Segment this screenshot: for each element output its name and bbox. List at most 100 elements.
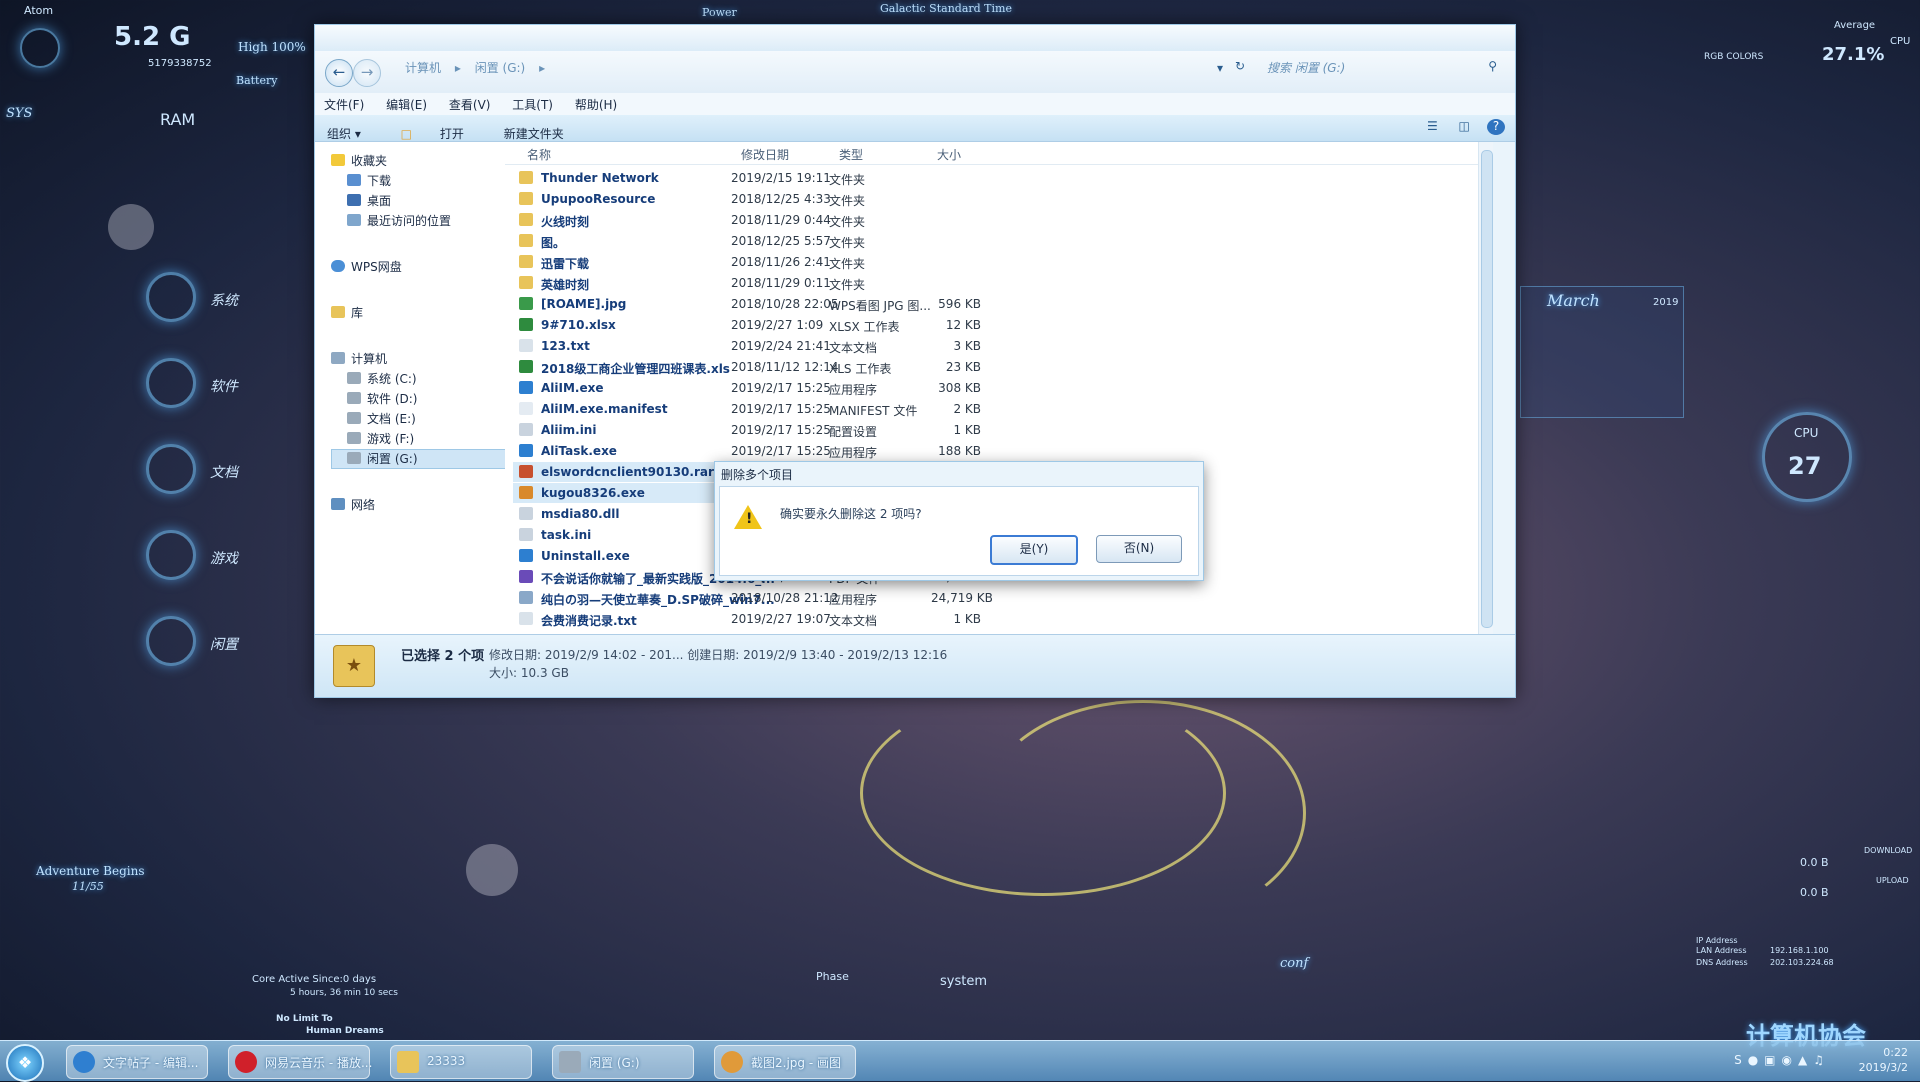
- antivirus-icon[interactable]: ◉: [1782, 1053, 1798, 1067]
- nav-favorites[interactable]: 收藏夹: [331, 152, 387, 170]
- nav-drive-d[interactable]: 软件 (D:): [347, 390, 417, 408]
- file-date: 2018/11/26 2:41: [731, 255, 831, 269]
- vertical-scrollbar[interactable]: [1478, 142, 1493, 634]
- search-placeholder: 搜索 闲置 (G:): [1267, 61, 1346, 75]
- nav-wps-cloud[interactable]: WPS网盘: [331, 258, 402, 276]
- nav-label: 文档 (E:): [367, 412, 416, 426]
- menu-tools[interactable]: 工具(T): [503, 93, 562, 116]
- menu-file[interactable]: 文件(F): [315, 93, 373, 116]
- chevron-right-icon[interactable]: ▸: [539, 61, 545, 75]
- file-type-icon: [519, 423, 533, 436]
- address-bar[interactable]: 计算机 ▸ 闲置 (G:) ▸: [405, 59, 1205, 81]
- search-input[interactable]: 搜索 闲置 (G:) ⚲: [1267, 59, 1497, 81]
- view-options-icon[interactable]: ☰: [1423, 119, 1441, 135]
- file-type-icon: [519, 318, 533, 331]
- forward-button[interactable]: →: [353, 59, 381, 87]
- nav-desktop[interactable]: 桌面: [347, 192, 391, 210]
- task-folder-23333[interactable]: 23333: [390, 1045, 532, 1079]
- dialog-title: 删除多个项目: [721, 468, 794, 482]
- file-row[interactable]: 123.txt 2019/2/24 21:41 文本文档 3 KB: [513, 336, 981, 356]
- preview-pane-icon[interactable]: ◫: [1455, 119, 1473, 135]
- lan-value: 192.168.1.100: [1770, 946, 1829, 955]
- monitor-icon[interactable]: ▣: [1764, 1053, 1781, 1067]
- file-row[interactable]: [ROAME].jpg 2018/10/28 22:05 WPS看图 JPG 图..…: [513, 294, 981, 314]
- task-editor[interactable]: 文字帖子 - 编辑...: [66, 1045, 208, 1079]
- volume-icon[interactable]: ♫: [1813, 1053, 1830, 1067]
- shortcut-ring-icon[interactable]: [146, 616, 196, 666]
- no-button[interactable]: 否(N): [1096, 535, 1182, 563]
- upload-value: 0.0 B: [1800, 886, 1829, 899]
- adventure-label: Adventure Begins: [36, 864, 145, 878]
- window-titlebar[interactable]: [315, 25, 1515, 51]
- file-row[interactable]: 2018级工商企业管理四班课表.xls 2018/11/12 12:14 XLS 工…: [513, 357, 981, 377]
- clock-date: 2019/3/2: [1858, 1061, 1908, 1074]
- breadcrumb-drive-g[interactable]: 闲置 (G:): [475, 61, 526, 75]
- shortcut-ring-icon[interactable]: [146, 444, 196, 494]
- file-row[interactable]: UpupooResource 2018/12/25 4:33 文件夹: [513, 189, 973, 209]
- droplet-icon[interactable]: ●: [1748, 1053, 1764, 1067]
- file-row[interactable]: 9#710.xlsx 2019/2/27 1:09 XLSX 工作表 12 KB: [513, 315, 981, 335]
- shortcut-idle-label[interactable]: 闲置: [210, 634, 238, 654]
- task-label: 文字帖子 - 编辑...: [103, 1056, 199, 1070]
- nav-computer[interactable]: 计算机: [331, 350, 387, 368]
- column-date[interactable]: 修改日期: [741, 146, 789, 163]
- shortcut-system-label[interactable]: 系统: [210, 290, 238, 310]
- column-name[interactable]: 名称: [527, 146, 551, 163]
- start-button[interactable]: ❖: [6, 1044, 44, 1082]
- file-row[interactable]: 英雄时刻 2018/11/29 0:11 文件夹: [513, 273, 973, 293]
- cloud-icon: [331, 260, 345, 272]
- task-music[interactable]: 网易云音乐 - 播放...: [228, 1045, 372, 1079]
- task-paint[interactable]: 截图2.jpg - 画图: [714, 1045, 856, 1079]
- nav-drive-c[interactable]: 系统 (C:): [347, 370, 417, 388]
- drive-icon: [347, 372, 361, 384]
- column-type[interactable]: 类型: [839, 146, 863, 163]
- shortcut-docs-label[interactable]: 文档: [210, 462, 238, 482]
- file-row[interactable]: AliIM.exe 2019/2/17 15:25 应用程序 308 KB: [513, 378, 981, 398]
- shortcut-software-label[interactable]: 软件: [210, 376, 238, 396]
- file-row[interactable]: Thunder Network 2019/2/15 19:11 文件夹: [513, 168, 973, 188]
- sogou-icon[interactable]: S: [1734, 1053, 1748, 1067]
- back-button[interactable]: ←: [325, 59, 353, 87]
- nav-libraries[interactable]: 库: [331, 304, 363, 322]
- file-row[interactable]: 火线时刻 2018/11/29 0:44 文件夹: [513, 210, 973, 230]
- file-row[interactable]: 纯白の羽—天使立華奏_D.SP破碎_win7... 2018/10/28 21:1…: [513, 588, 993, 608]
- search-icon[interactable]: ⚲: [1488, 59, 1497, 73]
- yes-button[interactable]: 是(Y): [990, 535, 1078, 565]
- nav-drive-f[interactable]: 游戏 (F:): [347, 430, 414, 448]
- file-row[interactable]: 会费消费记录.txt 2019/2/27 19:07 文本文档 1 KB: [513, 609, 981, 629]
- file-name: Uninstall.exe: [541, 549, 630, 563]
- shortcut-games-label[interactable]: 游戏: [210, 548, 238, 568]
- clock[interactable]: 0:22 2019/3/2: [1859, 1045, 1908, 1075]
- file-row[interactable]: AliIM.exe.manifest 2019/2/17 15:25 MANIFES…: [513, 399, 981, 419]
- column-size[interactable]: 大小: [937, 146, 961, 163]
- nav-drive-g[interactable]: 闲置 (G:): [331, 449, 512, 469]
- menu-edit[interactable]: 编辑(E): [377, 93, 436, 116]
- nav-recent[interactable]: 最近访问的位置: [347, 212, 451, 230]
- drive-icon: [347, 412, 361, 424]
- help-icon[interactable]: ?: [1487, 119, 1505, 135]
- file-row[interactable]: Aliim.ini 2019/2/17 15:25 配置设置 1 KB: [513, 420, 981, 440]
- nav-downloads[interactable]: 下载: [347, 172, 391, 190]
- menu-help[interactable]: 帮助(H): [566, 93, 626, 116]
- file-type: 应用程序: [829, 593, 878, 607]
- shortcut-ring-icon[interactable]: [146, 272, 196, 322]
- menu-view[interactable]: 查看(V): [440, 93, 500, 116]
- breadcrumb-computer[interactable]: 计算机: [405, 61, 441, 75]
- network-tray-icon[interactable]: ▲: [1798, 1053, 1813, 1067]
- address-dropdown-icon[interactable]: ▾: [1217, 61, 1223, 75]
- scrollbar-thumb[interactable]: [1481, 150, 1493, 628]
- file-type: WPS看图 JPG 图...: [829, 299, 931, 313]
- file-date: 2018/12/25 4:33: [731, 192, 831, 206]
- nav-drive-e[interactable]: 文档 (E:): [347, 410, 416, 428]
- file-row[interactable]: 迅雷下载 2018/11/26 2:41 文件夹: [513, 252, 973, 272]
- file-row[interactable]: 图。 2018/12/25 5:57 文件夹: [513, 231, 973, 251]
- browser-icon: [73, 1051, 95, 1073]
- shortcut-ring-icon[interactable]: [146, 530, 196, 580]
- rgb-label: RGB COLORS: [1704, 52, 1764, 62]
- task-drive-g[interactable]: 闲置 (G:): [552, 1045, 694, 1079]
- file-type-icon: [519, 276, 533, 289]
- nav-network[interactable]: 网络: [331, 496, 375, 514]
- shortcut-ring-icon[interactable]: [146, 358, 196, 408]
- file-row[interactable]: AliTask.exe 2019/2/17 15:25 应用程序 188 KB: [513, 441, 981, 461]
- refresh-icon[interactable]: ↻: [1235, 59, 1245, 73]
